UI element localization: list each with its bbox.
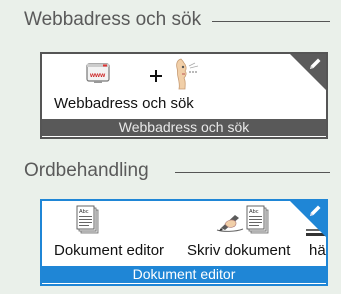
- svg-text:www: www: [89, 72, 106, 79]
- www-icon: www: [86, 63, 110, 83]
- section-title-ordbehandling: Ordbehandling: [24, 160, 149, 181]
- tile-body: Abc Abc Dokument editor Skriv dokument h…: [42, 201, 326, 266]
- section-divider: [212, 21, 330, 22]
- tile-item-label: hä: [309, 242, 326, 259]
- tile-ordbehandling[interactable]: Abc Abc Dokument editor Skriv dokument h…: [40, 199, 328, 286]
- writing-hand-icon: [216, 215, 244, 232]
- document-icon-text: Abc: [249, 209, 259, 215]
- tile-item-label: Skriv dokument: [187, 242, 291, 259]
- tile-footer: Dokument editor: [42, 266, 326, 283]
- pencil-icon[interactable]: [307, 56, 323, 72]
- document-icon-text: Abc: [79, 209, 89, 215]
- section-divider: [175, 172, 330, 173]
- document-icon: Abc: [246, 205, 269, 234]
- pencil-icon[interactable]: [307, 203, 323, 219]
- tile-body: www Webbadress och sök: [42, 54, 326, 119]
- section-title-webbadress: Webbadress och sök: [24, 9, 202, 30]
- plus-icon: [150, 70, 162, 82]
- tile-webbadress-och-sok[interactable]: www Webbadress och sök Webbadress och sö…: [40, 52, 328, 139]
- document-icon: Abc: [76, 205, 99, 234]
- tile-footer: Webbadress och sök: [42, 119, 326, 136]
- tile-item-label: Dokument editor: [54, 242, 165, 259]
- tile-item-label: Webbadress och sök: [54, 95, 194, 112]
- face-icon: [176, 58, 199, 90]
